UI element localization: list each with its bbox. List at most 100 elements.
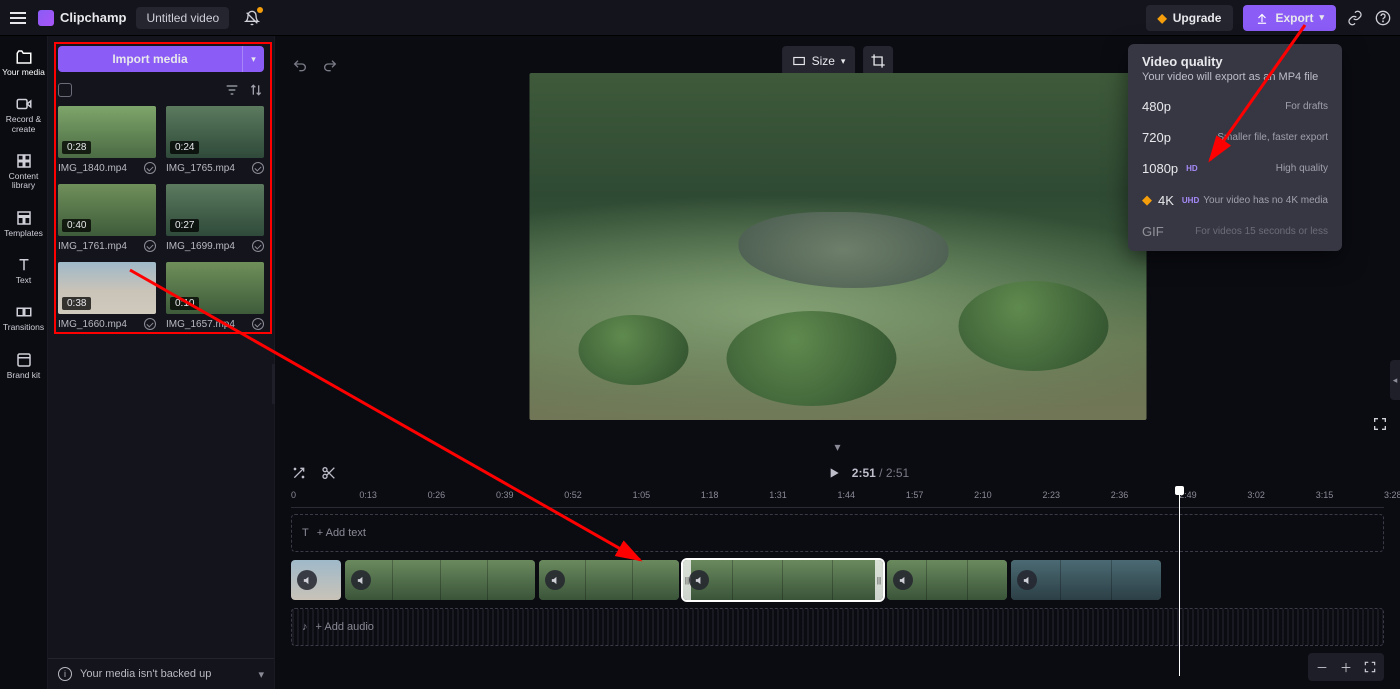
clip-mute-icon[interactable] [351, 570, 371, 590]
aspect-size-dropdown[interactable]: Size ▾ [782, 46, 856, 76]
undo-button[interactable] [292, 58, 308, 74]
timeline-collapse-toggle[interactable]: ▾ [275, 440, 1400, 456]
play-button[interactable] [826, 465, 842, 481]
project-title[interactable]: Untitled video [136, 7, 229, 29]
nav-label: Templates [4, 229, 43, 238]
timeline-clip[interactable]: IMG_1761.mp4|||| [683, 560, 883, 600]
ruler-tick: 0:52 [564, 490, 582, 500]
nav-label: Text [16, 276, 32, 285]
nav-label: Content library [2, 172, 46, 191]
upgrade-button[interactable]: ◆ Upgrade [1146, 5, 1234, 31]
clip-duration: 0:10 [170, 297, 199, 310]
clip-filename: IMG_1699.mp4 [166, 241, 235, 252]
video-track[interactable]: IMG_1761.mp4|||| [291, 560, 1384, 600]
clip-trim-right[interactable]: || [875, 560, 883, 600]
app-logo: Clipchamp [38, 10, 126, 26]
ruler-tick: 3:28 [1384, 490, 1400, 500]
ruler-tick: 1:57 [906, 490, 924, 500]
quality-label: 4K [1158, 193, 1174, 208]
nav-content-library[interactable]: Content library [2, 146, 46, 197]
quality-option-4k[interactable]: ◆4KUHDYour video has no 4K media [1128, 184, 1342, 216]
export-button[interactable]: Export ▾ [1243, 5, 1336, 31]
app-name: Clipchamp [60, 10, 126, 25]
clip-duration: 0:27 [170, 219, 199, 232]
playhead[interactable] [1179, 490, 1180, 676]
ruler-tick: 0 [291, 490, 296, 500]
clip-duration: 0:40 [62, 219, 91, 232]
nav-transitions[interactable]: Transitions [2, 297, 46, 338]
timeline-clip[interactable] [887, 560, 1007, 600]
ruler-tick: 1:44 [838, 490, 856, 500]
gem-icon: ◆ [1142, 192, 1152, 208]
chevron-down-icon[interactable]: ▾ [258, 668, 264, 681]
clip-filename: IMG_1761.mp4 [58, 241, 127, 252]
expand-right-panel-button[interactable]: ◂ [1390, 360, 1400, 400]
clip-used-icon [144, 318, 156, 330]
clip-mute-icon[interactable] [1017, 570, 1037, 590]
timecode: 2:51 / 2:51 [852, 466, 909, 480]
media-thumbnail[interactable]: 0:40 [58, 184, 156, 236]
clip-mute-icon[interactable] [689, 570, 709, 590]
scissors-icon[interactable] [321, 465, 337, 481]
quality-option-gif: GIFFor videos 15 seconds or less [1128, 216, 1342, 247]
quality-label: 1080p [1142, 161, 1178, 176]
video-preview[interactable] [529, 73, 1146, 420]
ruler-tick: 1:18 [701, 490, 719, 500]
nav-label: Brand kit [7, 371, 41, 380]
nav-record[interactable]: Record & create [2, 89, 46, 140]
timeline-clip[interactable] [1011, 560, 1161, 600]
chevron-down-icon: ▾ [841, 56, 846, 67]
import-media-dropdown[interactable]: ▾ [242, 46, 264, 72]
hamburger-menu[interactable] [8, 8, 28, 28]
zoom-in-button[interactable]: ＋ [1336, 657, 1356, 677]
clip-filename: IMG_1660.mp4 [58, 319, 127, 330]
link-icon[interactable] [1346, 9, 1364, 27]
media-thumbnail[interactable]: 0:38 [58, 262, 156, 314]
add-text-track[interactable]: T + Add text [291, 514, 1384, 552]
nav-templates[interactable]: Templates [2, 203, 46, 244]
sort-icon[interactable] [248, 82, 264, 98]
clip-mute-icon[interactable] [545, 570, 565, 590]
media-thumbnail[interactable]: 0:10 [166, 262, 264, 314]
import-media-button[interactable]: Import media [58, 46, 242, 72]
nav-text[interactable]: Text [2, 250, 46, 291]
nav-your-media[interactable]: Your media [2, 42, 46, 83]
ruler-tick: 1:05 [633, 490, 651, 500]
zoom-fit-button[interactable] [1360, 657, 1380, 677]
nav-label: Record & create [2, 115, 46, 134]
timeline-clip[interactable] [345, 560, 535, 600]
timeline-clip[interactable] [291, 560, 341, 600]
magic-icon[interactable] [291, 465, 307, 481]
quality-option-1080p[interactable]: 1080pHDHigh quality [1128, 153, 1342, 184]
backup-message: Your media isn't backed up [80, 668, 211, 680]
upload-icon [1255, 11, 1269, 25]
clip-mute-icon[interactable] [297, 570, 317, 590]
crop-button[interactable] [863, 46, 893, 76]
quality-option-480p[interactable]: 480pFor drafts [1128, 91, 1342, 122]
quality-option-720p[interactable]: 720pSmaller file, faster export [1128, 122, 1342, 153]
clip-duration: 0:38 [62, 297, 91, 310]
fullscreen-icon[interactable] [1372, 416, 1388, 432]
clip-mute-icon[interactable] [893, 570, 913, 590]
redo-button[interactable] [322, 58, 338, 74]
quality-note: For drafts [1285, 101, 1328, 112]
clip-used-icon [252, 318, 264, 330]
media-thumbnail[interactable]: 0:28 [58, 106, 156, 158]
media-thumbnail[interactable]: 0:24 [166, 106, 264, 158]
ruler-tick: 2:10 [974, 490, 992, 500]
ruler-tick: 2:23 [1042, 490, 1060, 500]
select-all-checkbox[interactable] [58, 83, 72, 97]
media-thumbnail[interactable]: 0:27 [166, 184, 264, 236]
clip-duration: 0:24 [170, 141, 199, 154]
quality-badge: HD [1186, 164, 1198, 173]
help-icon[interactable] [1374, 9, 1392, 27]
ruler-tick: 2:36 [1111, 490, 1129, 500]
nav-brand-kit[interactable]: Brand kit [2, 345, 46, 386]
filter-icon[interactable] [224, 82, 240, 98]
add-audio-track[interactable]: ♪ + Add audio [291, 608, 1384, 646]
clip-filename: IMG_1657.mp4 [166, 319, 235, 330]
timeline-clip[interactable] [539, 560, 679, 600]
popover-subtitle: Your video will export as an MP4 file [1128, 71, 1342, 91]
notifications-icon[interactable] [243, 9, 261, 27]
zoom-out-button[interactable]: － [1312, 657, 1332, 677]
